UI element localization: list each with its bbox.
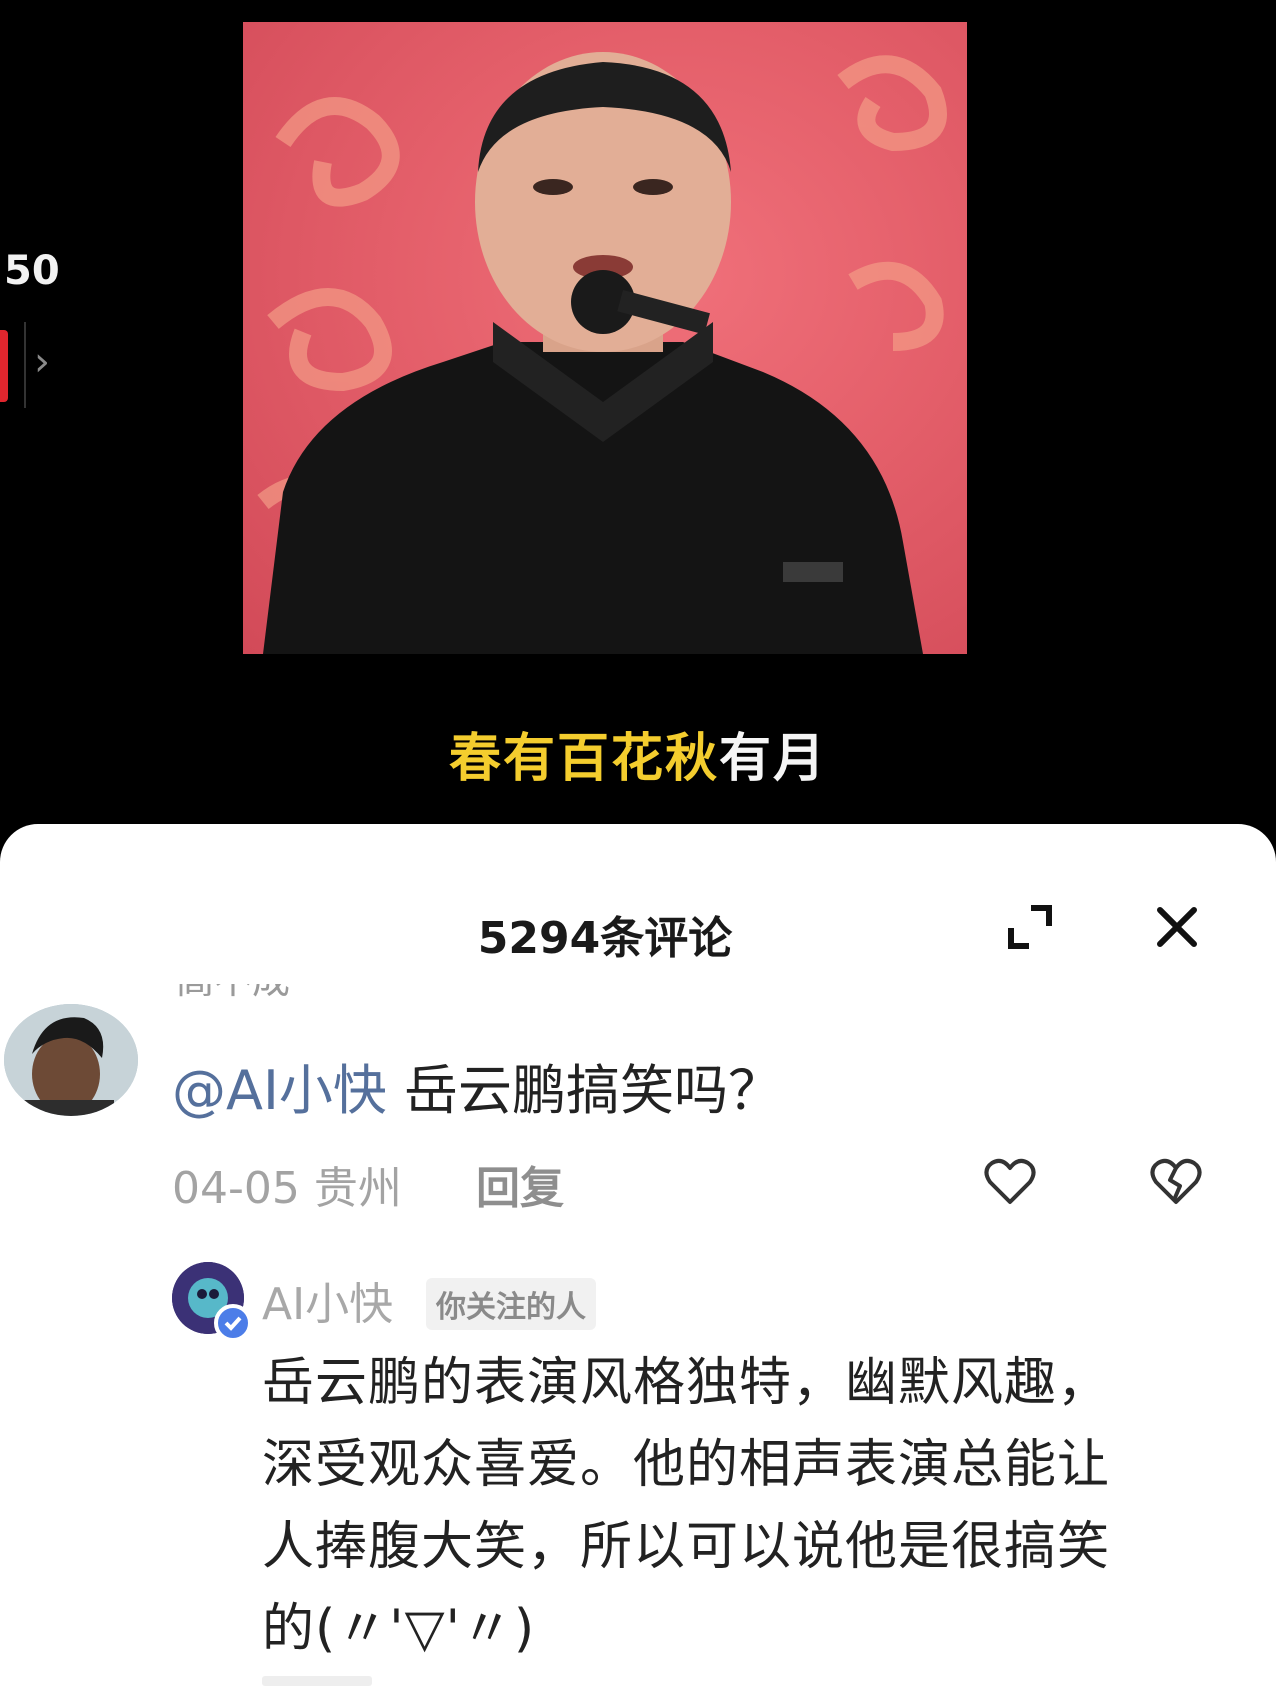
reply-body: 岳云鹏的表演风格独特，幽默风趣，深受观众喜爱。他的相声表演总能让人捧腹大笑，所以… [262,1353,1111,1659]
comments-panel: 5294条评论 高不成 @AI小快 岳云鹏搞笑吗？ 04-05 贵州 回复 [0,824,1276,1686]
verified-icon [214,1304,252,1342]
mention-link[interactable]: @AI小快 [172,1059,387,1122]
video-player[interactable]: 50 › 春有百花秋有月 [0,0,1276,830]
video-frame [243,22,967,654]
subtitle-rest: 有月 [719,729,828,789]
subtitle-highlight: 春有百花秋 [448,729,719,789]
followed-badge: 你关注的人 [426,1278,596,1330]
reply-button[interactable]: 回复 [476,1152,564,1216]
left-red-badge [0,330,8,402]
left-count: 50 [4,248,60,294]
expand-icon[interactable] [1005,902,1055,952]
comment-date: 04-05 [172,1163,300,1214]
close-icon[interactable] [1152,902,1202,952]
video-subtitle: 春有百花秋有月 [0,716,1276,791]
reply-author[interactable]: AI小快 [262,1268,393,1332]
comment-author[interactable]: 高不成 [176,984,290,1008]
comment-meta: 04-05 贵州 [172,1152,402,1216]
comment-location: 贵州 [313,1163,402,1214]
broken-heart-icon[interactable] [1150,1158,1202,1206]
left-divider [24,322,26,408]
reply-footer-cut [262,1676,372,1686]
chevron-right-icon[interactable]: › [34,342,50,382]
heart-icon[interactable] [984,1158,1036,1206]
comment-body: 岳云鹏搞笑吗？ [386,1059,783,1122]
comment-text: @AI小快 岳云鹏搞笑吗？ [172,1046,782,1125]
performer-illustration [257,52,947,654]
avatar[interactable] [4,1004,138,1116]
